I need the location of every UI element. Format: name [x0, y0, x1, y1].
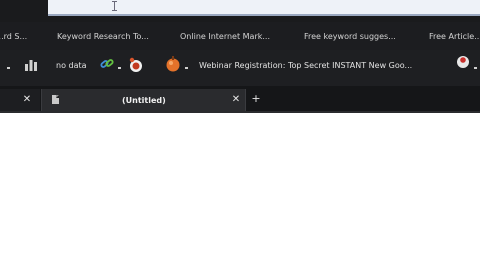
bookmarks-bar: ...rd S... Keyword Research To... Online… [0, 22, 480, 50]
tab-strip: ✕ (Untitled) ✕ + [0, 86, 480, 112]
dropdown-arrow-icon [7, 67, 10, 69]
address-strip [0, 0, 480, 22]
bookmark-item[interactable]: ...rd S... [0, 31, 44, 43]
page-content[interactable] [0, 113, 480, 270]
orange-extension-icon[interactable] [164, 55, 182, 73]
dropdown-arrow-icon [118, 67, 121, 69]
new-tab-button[interactable]: + [250, 92, 262, 106]
bookmark-item[interactable]: Free Article... [429, 31, 480, 43]
bookmark-item[interactable]: Keyword Research To... [57, 31, 159, 43]
bar-chart-icon[interactable] [24, 58, 38, 72]
close-tab-icon[interactable]: ✕ [21, 93, 33, 107]
webinar-page-title[interactable]: Webinar Registration: Top Secret INSTANT… [199, 59, 445, 73]
badge-extension-icon[interactable] [127, 56, 145, 74]
close-tab-icon[interactable]: ✕ [230, 93, 242, 107]
text-cursor-icon [112, 1, 117, 11]
extension-icon[interactable] [454, 53, 472, 71]
browser-window: ...rd S... Keyword Research To... Online… [0, 0, 480, 270]
link-icon[interactable] [99, 56, 115, 72]
dropdown-arrow-icon [185, 67, 188, 69]
tab-label: (Untitled) [122, 96, 166, 105]
tab-untitled[interactable]: (Untitled) ✕ [41, 89, 246, 112]
extensions-toolbar: no data Webinar Registration: Top Secret… [0, 50, 480, 86]
address-bar[interactable] [48, 0, 480, 16]
bookmark-item[interactable]: Online Internet Mark... [180, 31, 280, 43]
bookmark-item[interactable]: Free keyword sugges... [304, 31, 404, 43]
dropdown-arrow-icon [474, 67, 477, 69]
no-data-label: no data [56, 61, 87, 70]
document-icon [52, 95, 59, 104]
tab-previous[interactable]: ✕ [0, 89, 40, 112]
